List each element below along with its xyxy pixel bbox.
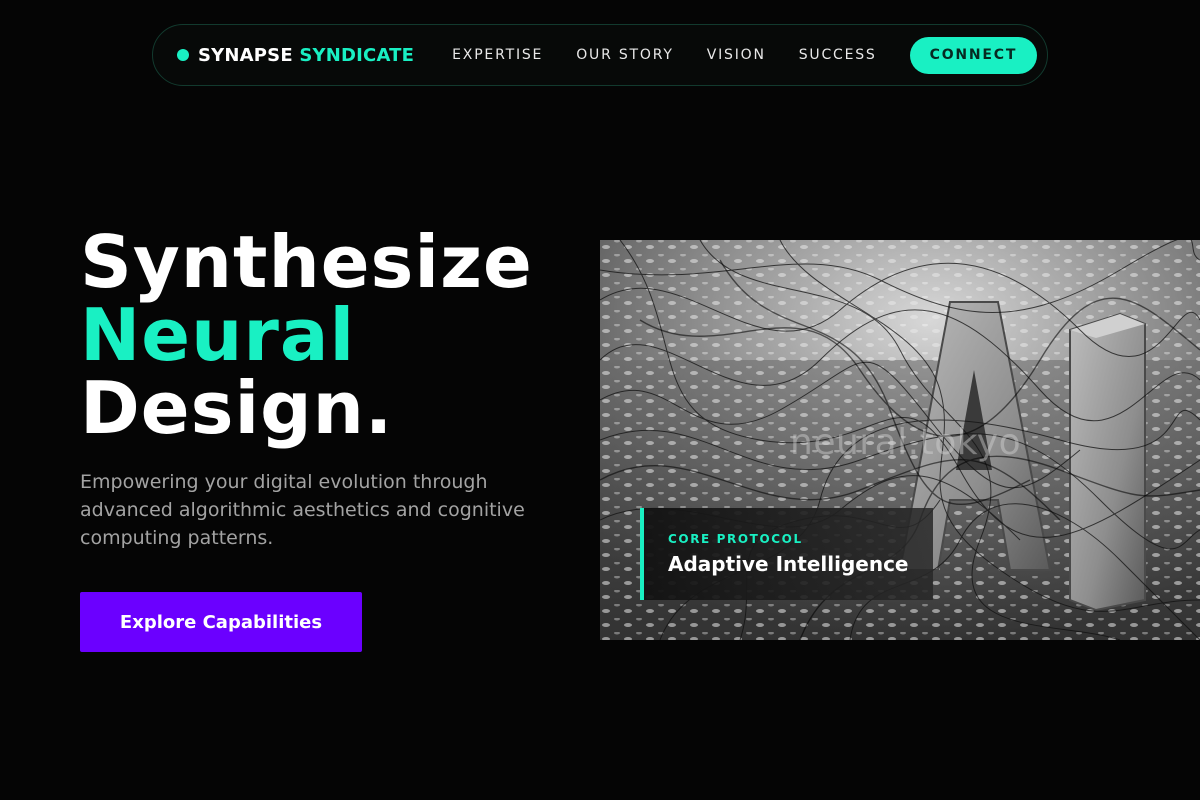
nav-link-expertise[interactable]: EXPERTISE [452,47,543,63]
nav-links: EXPERTISE OUR STORY VISION SUCCESS [452,47,876,63]
hero-title-line-2: Neural [80,293,356,377]
brand-wordmark: SYNAPSE SYNDICATE [198,45,414,66]
brand-logo[interactable]: SYNAPSE SYNDICATE [177,45,414,66]
landing-page: SYNAPSE SYNDICATE EXPERTISE OUR STORY VI… [0,0,1200,800]
explore-capabilities-button[interactable]: Explore Capabilities [80,592,362,652]
hero-title-line-3: Design. [80,366,394,450]
brand-name-primary: SYNAPSE [198,44,293,66]
nav-link-vision[interactable]: VISION [707,47,766,63]
top-navigation: SYNAPSE SYNDICATE EXPERTISE OUR STORY VI… [152,24,1048,86]
nav-link-our-story[interactable]: OUR STORY [576,47,674,63]
hero-visual: neural.tokyo CORE PROTOCOL Adaptive Inte… [600,240,1200,640]
feature-card-title: Adaptive Intelligence [668,552,909,576]
feature-card-kicker: CORE PROTOCOL [668,532,803,546]
hero-subtitle: Empowering your digital evolution throug… [80,471,525,549]
nav-link-success[interactable]: SUCCESS [799,47,877,63]
brand-dot-icon [177,49,189,61]
hero-title-line-1: Synthesize [80,220,533,304]
connect-button[interactable]: CONNECT [909,36,1038,74]
hero-title: Synthesize Neural Design. [80,226,533,445]
feature-card: CORE PROTOCOL Adaptive Intelligence [640,508,933,600]
image-watermark: neural.tokyo [790,422,1022,463]
brand-name-accent: SYNDICATE [299,44,415,66]
